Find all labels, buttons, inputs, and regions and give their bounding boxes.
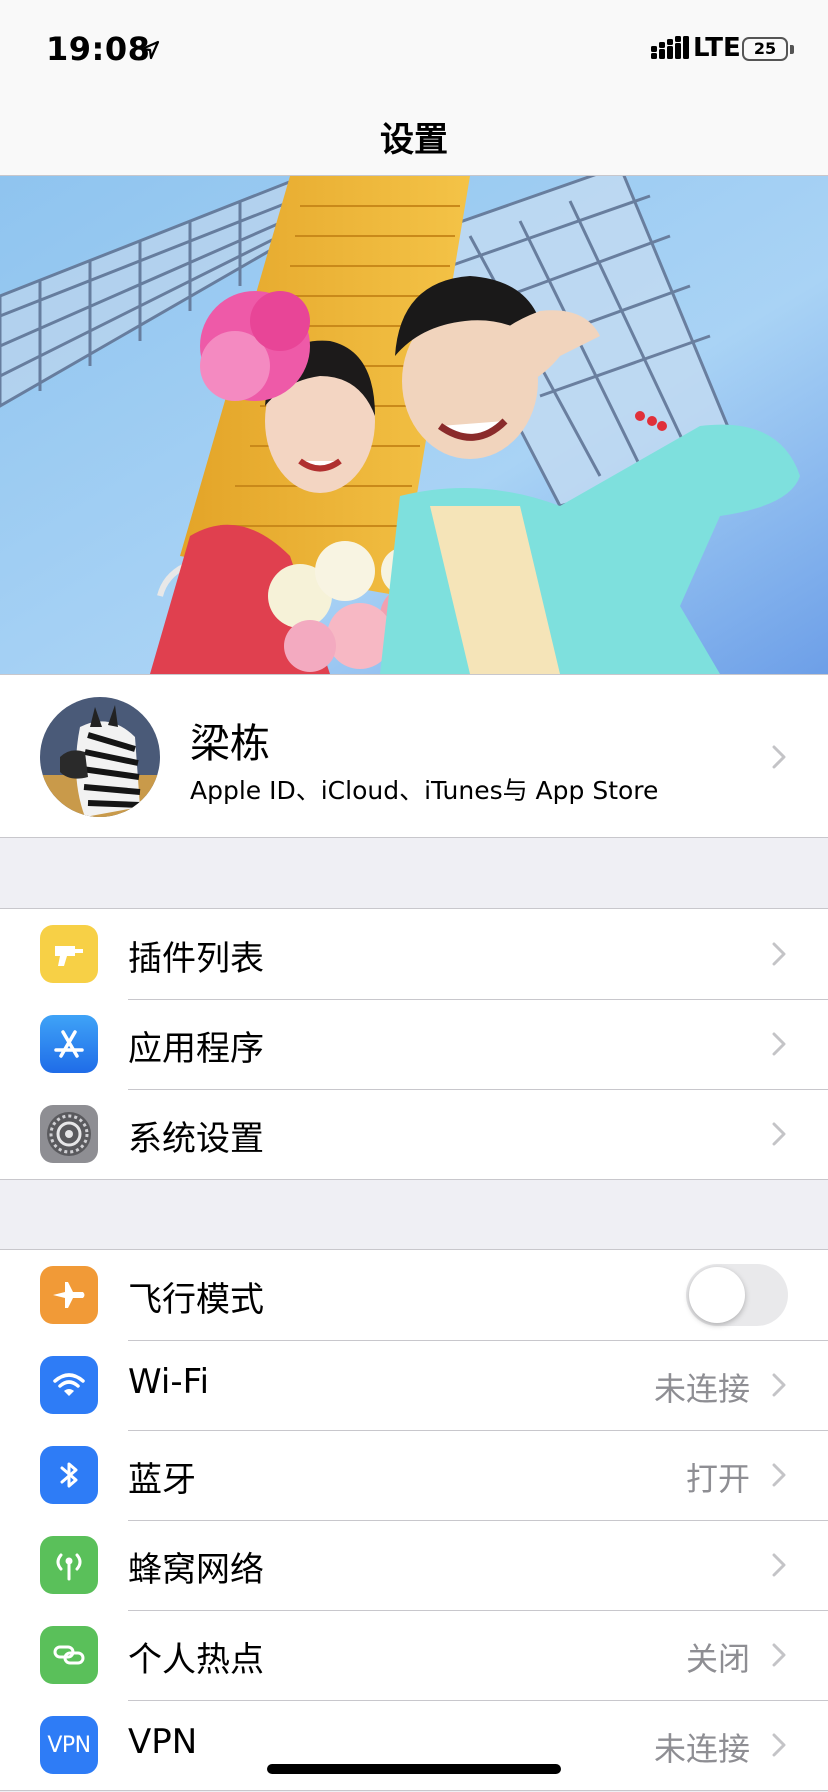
location-arrow-icon	[140, 40, 160, 60]
row-label: 个人热点	[128, 1640, 264, 1680]
row-label: VPN	[128, 1722, 198, 1762]
app-store-icon	[40, 1015, 98, 1073]
row-label: Wi-Fi	[128, 1362, 210, 1402]
battery-nub	[790, 45, 794, 54]
network-type: LTE	[693, 33, 741, 63]
couple-photo-image	[0, 176, 828, 674]
row-value: 打开	[685, 1460, 750, 1498]
battery-level: 25	[753, 39, 777, 58]
row-personal-hotspot[interactable]: 个人热点 关闭	[0, 1610, 828, 1700]
zebra-avatar-image	[40, 697, 160, 817]
row-label: 系统设置	[128, 1119, 264, 1159]
chevron-right-icon	[772, 1553, 786, 1577]
profile-subtitle: Apple ID、iCloud、iTunes与 App Store	[190, 776, 659, 805]
wifi-icon	[40, 1356, 98, 1414]
row-system-settings[interactable]: 系统设置	[0, 1089, 828, 1179]
settings-group-network: 飞行模式 Wi-Fi 未连接 蓝牙 打开 蜂窝网络 个人热点 关闭 VPN VP…	[0, 1249, 828, 1791]
apple-id-profile-row[interactable]: 梁栋 Apple ID、iCloud、iTunes与 App Store	[0, 674, 828, 838]
chevron-right-icon	[772, 1733, 786, 1757]
row-applications[interactable]: 应用程序	[0, 999, 828, 1089]
row-label: 蜂窝网络	[128, 1550, 264, 1590]
row-label: 插件列表	[128, 939, 264, 979]
profile-name: 梁栋	[190, 721, 270, 767]
toggle-knob	[689, 1267, 745, 1323]
settings-group-apps: 插件列表 应用程序 系统设置	[0, 908, 828, 1180]
bluetooth-icon	[40, 1446, 98, 1504]
row-bluetooth[interactable]: 蓝牙 打开	[0, 1430, 828, 1520]
airplane-icon	[40, 1266, 98, 1324]
row-plugin-list[interactable]: 插件列表	[0, 909, 828, 999]
row-value: 未连接	[653, 1370, 750, 1408]
status-bar: 19:08 LTE 25	[0, 0, 828, 92]
row-label: 蓝牙	[128, 1460, 196, 1500]
chevron-right-icon	[772, 1032, 786, 1056]
chevron-right-icon	[772, 942, 786, 966]
hotspot-icon	[40, 1626, 98, 1684]
vpn-icon: VPN	[40, 1716, 98, 1774]
nav-bar: 设置	[0, 92, 828, 176]
chevron-right-icon	[772, 745, 786, 769]
row-wifi[interactable]: Wi-Fi 未连接	[0, 1340, 828, 1430]
page-title: 设置	[380, 120, 448, 160]
signal-icon	[651, 36, 689, 59]
airplane-mode-toggle[interactable]	[686, 1264, 788, 1326]
chevron-right-icon	[772, 1122, 786, 1146]
chevron-right-icon	[772, 1643, 786, 1667]
vpn-icon-text: VPN	[47, 1732, 91, 1758]
status-time: 19:08	[46, 30, 151, 68]
row-cellular[interactable]: 蜂窝网络	[0, 1520, 828, 1610]
row-label: 应用程序	[128, 1029, 264, 1069]
battery-icon: 25	[742, 37, 788, 61]
gear-icon	[40, 1105, 98, 1163]
home-indicator[interactable]	[267, 1764, 561, 1774]
header-photo	[0, 176, 828, 674]
avatar	[40, 697, 160, 817]
drill-icon	[40, 925, 98, 983]
row-value: 未连接	[653, 1730, 750, 1768]
row-airplane-mode: 飞行模式	[0, 1250, 828, 1340]
row-value: 关闭	[685, 1640, 750, 1678]
chevron-right-icon	[772, 1373, 786, 1397]
antenna-icon	[40, 1536, 98, 1594]
row-vpn[interactable]: VPN VPN 未连接	[0, 1700, 828, 1790]
row-label: 飞行模式	[128, 1280, 264, 1320]
chevron-right-icon	[772, 1463, 786, 1487]
